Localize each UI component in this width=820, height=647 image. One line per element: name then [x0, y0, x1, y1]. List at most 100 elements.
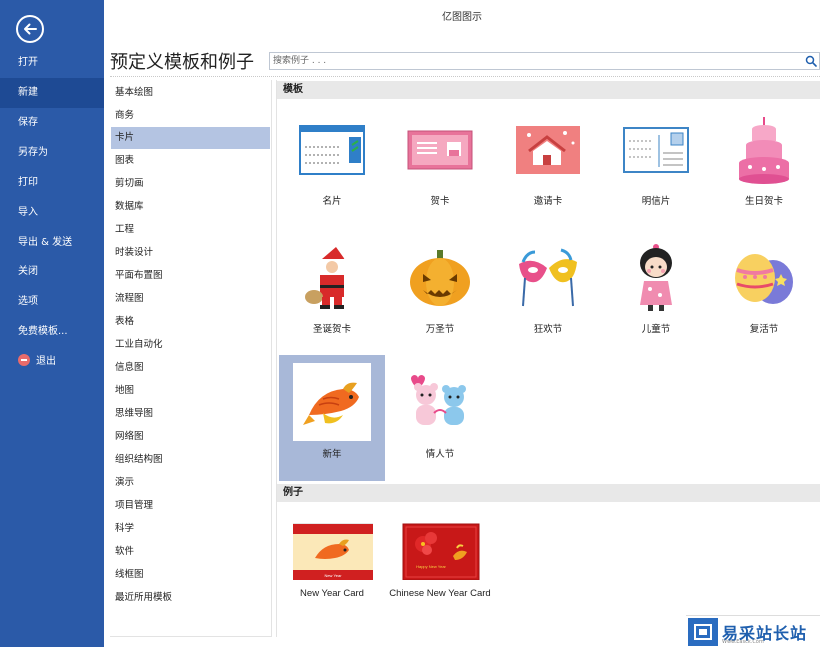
template-tile[interactable]: 情人节: [387, 355, 493, 481]
menu-export-send-label: 导出 & 发送: [18, 237, 73, 248]
back-button[interactable]: [16, 15, 44, 43]
svg-text:Happy New Year: Happy New Year: [416, 564, 446, 569]
santa-claus-icon: [292, 238, 372, 318]
examples-section-header: 例子: [277, 484, 820, 502]
search-input[interactable]: [270, 53, 790, 69]
menu-exit-label: 退出: [36, 356, 56, 367]
postcard-icon: [616, 110, 696, 190]
new-year-fish-icon: [293, 363, 371, 441]
menu-open-label: 打开: [18, 57, 38, 68]
watermark-logo-icon: [688, 617, 718, 646]
svg-text:New Year: New Year: [324, 573, 342, 578]
menu-new-label: 新建: [18, 87, 38, 98]
valentine-bears-icon: [400, 363, 480, 443]
template-label: 儿童节: [641, 324, 671, 335]
category-item-selected[interactable]: 卡片: [111, 127, 270, 149]
search-box: [269, 52, 820, 70]
menu-export-send[interactable]: 导出 & 发送: [0, 228, 104, 258]
menu-free-templates-label: 免费模板...: [18, 326, 68, 337]
template-label: 万圣节: [425, 324, 455, 335]
category-item[interactable]: 时装设计: [111, 242, 270, 264]
template-tile[interactable]: 邀请卡: [495, 102, 601, 228]
menu-exit[interactable]: 退出: [0, 347, 104, 377]
menu-close-label: 关闭: [18, 266, 38, 277]
category-item[interactable]: 组织结构图: [111, 449, 270, 471]
template-label: 邀请卡: [533, 196, 563, 207]
example-label: Chinese New Year Card: [389, 588, 491, 599]
window-title: 亿图图示: [442, 12, 482, 23]
menu-open[interactable]: 打开: [0, 48, 104, 78]
category-list: 基本绘图 商务 卡片 图表 剪切画 数据库 工程 时装设计 平面布置图 流程图 …: [110, 80, 272, 637]
menu-close[interactable]: 关闭: [0, 257, 104, 287]
template-tile[interactable]: 生日贺卡: [711, 102, 817, 228]
menu-import[interactable]: 导入: [0, 198, 104, 228]
menu-save[interactable]: 保存: [0, 108, 104, 138]
menu-print-label: 打印: [18, 177, 38, 188]
pumpkin-icon: [400, 238, 480, 318]
easter-egg-icon: [724, 238, 804, 318]
template-tile[interactable]: 贺卡: [387, 102, 493, 228]
search-icon[interactable]: [805, 55, 817, 67]
kid-doll-icon: [616, 238, 696, 318]
template-tile[interactable]: 复活节: [711, 230, 817, 356]
category-item[interactable]: 地图: [111, 380, 270, 402]
template-label: 生日贺卡: [744, 196, 783, 207]
example-tile[interactable]: Happy New Year Chinese New Year Card: [387, 512, 493, 632]
category-item[interactable]: 项目管理: [111, 495, 270, 517]
menu-options[interactable]: 选项: [0, 287, 104, 317]
header-separator: [110, 76, 820, 77]
template-tile[interactable]: 名片: [279, 102, 385, 228]
template-label: 情人节: [425, 449, 455, 460]
category-item[interactable]: 剪切画: [111, 173, 270, 195]
invitation-card-icon: [508, 110, 588, 190]
category-item[interactable]: 信息图: [111, 357, 270, 379]
template-tile[interactable]: 明信片: [603, 102, 709, 228]
template-tile-selected[interactable]: 新年: [279, 355, 385, 481]
template-tile[interactable]: 圣诞贺卡: [279, 230, 385, 356]
template-panel: 模板 名片 贺卡 邀请卡 明信片 生日贺卡 圣诞贺卡 万圣节 狂欢节 儿童节 复…: [276, 80, 820, 637]
category-item[interactable]: 工业自动化: [111, 334, 270, 356]
category-item[interactable]: 线框图: [111, 564, 270, 586]
category-item[interactable]: 软件: [111, 541, 270, 563]
category-item[interactable]: 数据库: [111, 196, 270, 218]
template-label: 狂欢节: [533, 324, 563, 335]
birthday-cake-icon: [724, 110, 804, 190]
category-item[interactable]: 图表: [111, 150, 270, 172]
category-item[interactable]: 最近所用模板: [111, 587, 270, 609]
menu-save-as[interactable]: 另存为: [0, 138, 104, 168]
template-label: 圣诞贺卡: [312, 324, 351, 335]
menu-print[interactable]: 打印: [0, 168, 104, 198]
menu-free-templates[interactable]: 免费模板...: [0, 317, 104, 347]
page-title: 预定义模板和例子: [110, 52, 254, 73]
carnival-mask-icon: [508, 238, 588, 318]
template-label: 贺卡: [430, 196, 450, 207]
back-arrow-icon: [24, 23, 37, 35]
category-item[interactable]: 网络图: [111, 426, 270, 448]
example-label: New Year Card: [300, 588, 364, 599]
category-item[interactable]: 科学: [111, 518, 270, 540]
chinese-new-year-card-thumbnail: Happy New Year: [401, 520, 481, 581]
exit-icon: [18, 354, 30, 366]
greeting-card-icon: [400, 110, 480, 190]
menu-save-as-label: 另存为: [18, 147, 48, 158]
category-item[interactable]: 工程: [111, 219, 270, 241]
category-item[interactable]: 商务: [111, 105, 270, 127]
category-item[interactable]: 表格: [111, 311, 270, 333]
template-label: 复活节: [749, 324, 779, 335]
templates-section-header: 模板: [277, 81, 820, 99]
category-item[interactable]: 平面布置图: [111, 265, 270, 287]
template-label: 新年: [322, 449, 342, 460]
watermark: 易采站长站 Www.Easck.Com: [686, 615, 820, 647]
category-item[interactable]: 基本绘图: [111, 82, 270, 104]
template-tile[interactable]: 儿童节: [603, 230, 709, 356]
example-tile[interactable]: New Year New Year Card: [279, 512, 385, 632]
template-tile[interactable]: 狂欢节: [495, 230, 601, 356]
watermark-subtext: Www.Easck.Com: [722, 639, 764, 645]
category-item[interactable]: 演示: [111, 472, 270, 494]
category-item[interactable]: 流程图: [111, 288, 270, 310]
template-tile[interactable]: 万圣节: [387, 230, 493, 356]
menu-options-label: 选项: [18, 296, 38, 307]
menu-new[interactable]: 新建: [0, 78, 104, 108]
business-card-icon: [292, 110, 372, 190]
category-item[interactable]: 思维导图: [111, 403, 270, 425]
